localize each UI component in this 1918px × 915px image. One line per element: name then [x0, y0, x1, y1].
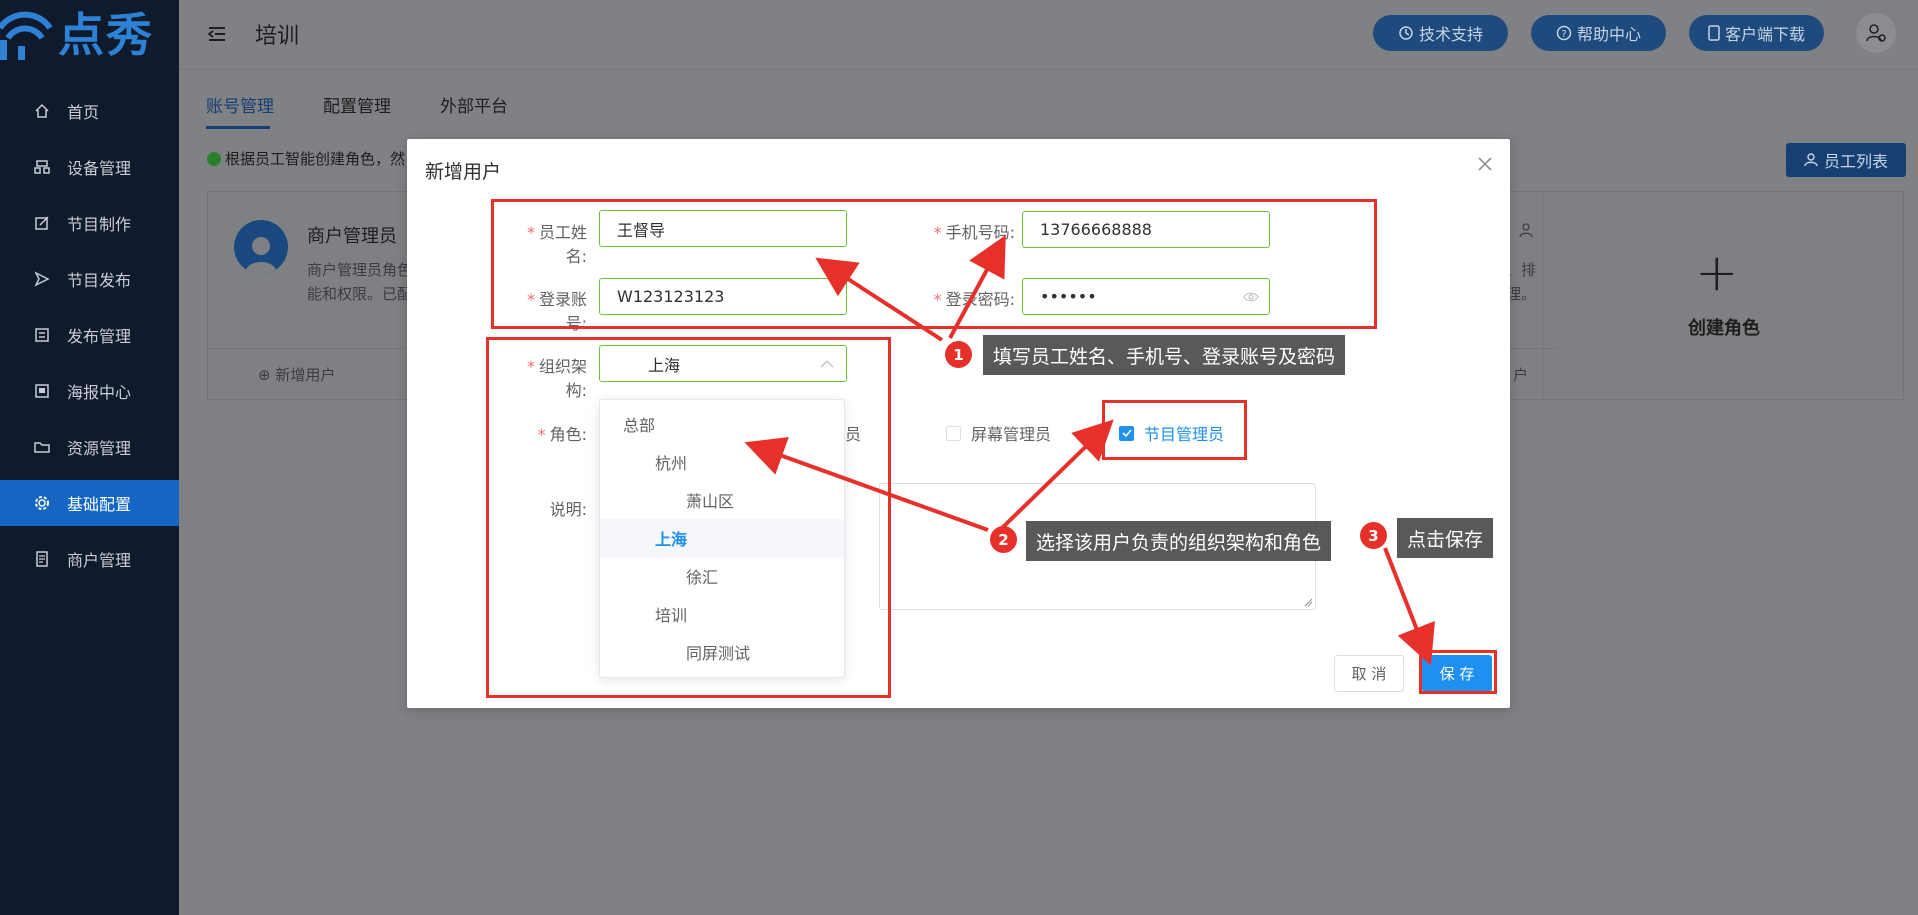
role-card-right-desc: 、排 理。 — [1506, 258, 1536, 306]
plus-circle-icon: ⊕ — [258, 366, 271, 384]
annotation-box-save — [1419, 650, 1497, 694]
annotation-callout-2: 选择该用户负责的组织架构和角色 — [1026, 521, 1332, 561]
info-text: 根据员工智能创建角色，然 — [225, 150, 406, 168]
sidebar-item-poster[interactable]: 海报中心 — [0, 368, 179, 414]
device-icon — [33, 158, 51, 176]
role-card-desc-line: 能和权限。已配 — [307, 285, 413, 303]
sidebar-item-device[interactable]: 设备管理 — [0, 144, 179, 190]
annotation-box-credentials — [491, 199, 1377, 329]
sidebar-item-publish-manage[interactable]: 发布管理 — [0, 312, 179, 358]
sidebar-item-label: 节目制作 — [67, 215, 132, 234]
close-icon[interactable] — [1476, 155, 1494, 173]
dialog-title: 新增用户 — [425, 161, 502, 183]
sidebar-item-merchant[interactable]: 商户管理 — [0, 536, 179, 582]
sidebar-item-label: 首页 — [67, 103, 100, 122]
app-logo: 点秀 — [0, 0, 179, 70]
tech-support-label: 技术支持 — [1418, 25, 1483, 44]
role-card-right-line: 、排 — [1506, 261, 1537, 279]
sidebar-item-label: 资源管理 — [67, 439, 132, 458]
tab-bar: 账号管理 配置管理 外部平台 — [179, 70, 1918, 130]
sidebar-item-program-make[interactable]: 节目制作 — [0, 200, 179, 246]
sidebar-item-basic-config[interactable]: 基础配置 — [0, 480, 179, 526]
poster-icon — [33, 382, 51, 400]
staff-list-label: 员工列表 — [1823, 152, 1888, 171]
sidebar-menu: 首页 设备管理 节目制作 节目发布 发布管理 海报中心 资源管理 基础配置 商户… — [0, 88, 179, 592]
tech-support-button[interactable]: 技术支持 — [1373, 15, 1508, 51]
annotation-box-role — [1102, 400, 1247, 460]
edit-icon — [33, 214, 51, 232]
plus-icon: + — [1695, 243, 1739, 303]
annotation-callout-3: 点击保存 — [1397, 518, 1494, 558]
page-title: 培训 — [255, 24, 300, 49]
annotation-callout-1: 填写员工姓名、手机号、登录账号及密码 — [983, 335, 1346, 375]
help-icon: ? — [1556, 25, 1572, 41]
role-option-label: 屏幕管理员 — [971, 425, 1052, 444]
create-role-card[interactable]: + 创建角色 — [1542, 192, 1904, 399]
tab-account-management[interactable]: 账号管理 — [206, 92, 274, 117]
mobile-icon — [1708, 25, 1720, 41]
top-header: 培训 技术支持 ? 帮助中心 客户端下载 — [179, 0, 1918, 70]
sidebar-item-label: 节目发布 — [67, 271, 132, 290]
logo-signal-icon — [0, 11, 53, 60]
sidebar-item-label: 基础配置 — [67, 495, 132, 514]
client-download-label: 客户端下载 — [1724, 25, 1805, 44]
tech-support-icon — [1399, 26, 1413, 40]
annotation-badge-1: 1 — [945, 341, 972, 368]
user-gear-icon — [1866, 24, 1886, 42]
info-banner: 根据员工智能创建角色，然 — [207, 148, 405, 169]
tab-external-platform[interactable]: 外部平台 — [440, 92, 508, 117]
sidebar-item-label: 商户管理 — [67, 551, 132, 570]
user-settings-avatar[interactable] — [1856, 13, 1896, 53]
add-user-link[interactable]: ⊕ 新增用户 — [258, 364, 335, 385]
folder-icon — [33, 438, 51, 456]
user-icon — [1519, 223, 1533, 238]
sidebar-item-label: 海报中心 — [67, 383, 132, 402]
menu-toggle-icon[interactable] — [207, 25, 227, 43]
send-icon — [33, 270, 51, 288]
add-user-label: 新增用户 — [275, 366, 336, 384]
role-card-right-footer: 户 — [1513, 366, 1529, 384]
role-card-desc-line: 商户管理员角色 — [307, 261, 413, 279]
role-card-description: 商户管理员角色 能和权限。已配 — [307, 258, 417, 306]
help-center-label: 帮助中心 — [1576, 25, 1641, 44]
sidebar-item-program-publish[interactable]: 节目发布 — [0, 256, 179, 302]
sidebar: 点秀 首页 设备管理 节目制作 节目发布 发布管理 海报中心 资源管理 基础配置… — [0, 0, 179, 915]
resize-handle-icon[interactable] — [1304, 598, 1313, 607]
tab-config-management[interactable]: 配置管理 — [323, 92, 391, 117]
role-option-screen-admin[interactable]: 屏幕管理员 — [946, 421, 1051, 445]
list-icon — [33, 326, 51, 344]
client-download-button[interactable]: 客户端下载 — [1689, 15, 1824, 51]
staff-list-button[interactable]: 员工列表 — [1786, 143, 1906, 177]
annotation-box-org — [486, 337, 891, 698]
cancel-button[interactable]: 取 消 — [1334, 655, 1404, 692]
merchant-icon — [33, 550, 51, 568]
active-tab-indicator — [206, 126, 270, 129]
checkbox-unchecked[interactable] — [946, 425, 961, 441]
info-icon — [207, 151, 221, 166]
role-card-right-line: 理。 — [1506, 285, 1537, 303]
annotation-badge-2: 2 — [990, 526, 1017, 553]
sidebar-item-label: 发布管理 — [67, 327, 132, 346]
create-role-label: 创建角色 — [1688, 318, 1760, 339]
user-icon — [1804, 153, 1818, 167]
role-avatar-icon — [234, 220, 288, 274]
annotation-badge-3: 3 — [1360, 522, 1387, 549]
sidebar-item-resource[interactable]: 资源管理 — [0, 424, 179, 470]
sidebar-item-label: 设备管理 — [67, 159, 132, 178]
role-card-title: 商户管理员 — [307, 226, 397, 247]
sidebar-item-home[interactable]: 首页 — [0, 88, 179, 134]
gear-icon — [33, 494, 51, 512]
help-center-button[interactable]: ? 帮助中心 — [1531, 15, 1666, 51]
svg-text:?: ? — [1561, 29, 1566, 40]
home-icon — [33, 102, 51, 120]
logo-text: 点秀 — [58, 8, 154, 62]
